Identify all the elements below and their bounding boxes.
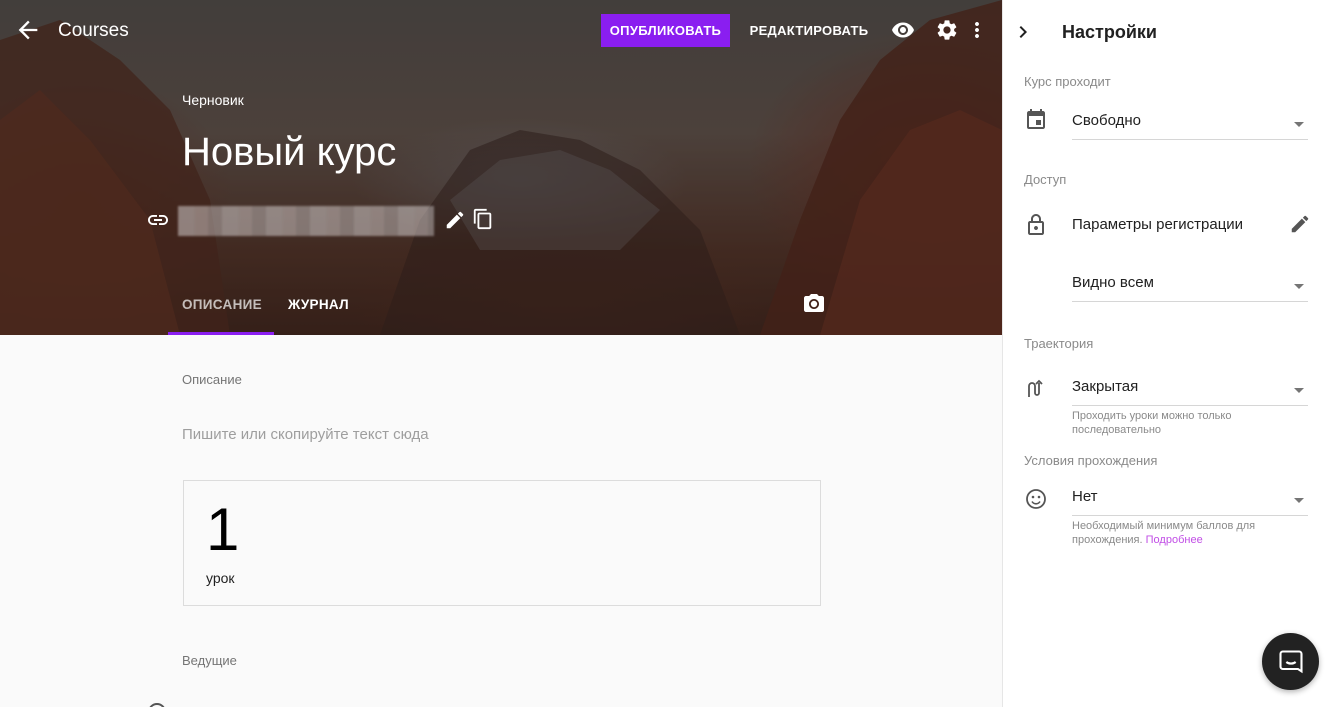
course-link-row <box>144 204 504 236</box>
calendar-icon <box>1024 108 1048 132</box>
host-avatar[interactable] <box>148 703 166 707</box>
course-status: Черновик <box>182 92 244 108</box>
chat-button[interactable] <box>1262 633 1319 690</box>
top-app-bar: Courses ОПУБЛИКОВАТЬ РЕДАКТИРОВАТЬ <box>0 0 1002 62</box>
trajectory-hint: Проходить уроки можно только последовате… <box>1072 410 1232 436</box>
description-input[interactable]: Пишите или скопируйте текст сюда <box>182 426 429 443</box>
more-vert-icon[interactable] <box>965 18 989 42</box>
chevron-right-icon[interactable] <box>1011 20 1035 44</box>
tab-journal[interactable]: ЖУРНАЛ <box>288 297 349 312</box>
edit-registration-icon[interactable] <box>1289 213 1311 235</box>
edit-link-icon[interactable] <box>444 209 466 231</box>
pace-section-label: Курс проходит <box>1024 74 1111 89</box>
camera-icon[interactable] <box>802 292 826 316</box>
visibility-value: Видно всем <box>1072 274 1154 291</box>
course-url-blurred <box>178 206 434 236</box>
copy-icon[interactable] <box>472 208 494 230</box>
hosts-label: Ведущие <box>182 653 237 668</box>
dropdown-caret-icon <box>1294 122 1304 127</box>
completion-section-label: Условия прохождения <box>1024 453 1158 468</box>
active-tab-indicator <box>168 332 274 335</box>
access-section-label: Доступ <box>1024 172 1067 187</box>
tab-description[interactable]: ОПИСАНИЕ <box>182 297 262 312</box>
trajectory-value: Закрытая <box>1072 378 1139 395</box>
gear-icon[interactable] <box>935 18 959 42</box>
chat-icon <box>1278 649 1303 673</box>
app-title[interactable]: Courses <box>58 20 129 42</box>
completion-hint: Необходимый минимум баллов для прохожден… <box>1072 519 1292 547</box>
lessons-card[interactable]: 1 урок <box>183 480 821 606</box>
pace-select[interactable]: Свободно <box>1072 108 1308 140</box>
route-icon <box>1024 377 1048 401</box>
lock-icon <box>1024 213 1048 237</box>
pace-value: Свободно <box>1072 112 1141 129</box>
trajectory-select[interactable]: Закрытая <box>1072 374 1308 406</box>
link-icon <box>146 208 170 232</box>
publish-button[interactable]: ОПУБЛИКОВАТЬ <box>601 14 730 47</box>
completion-select[interactable]: Нет <box>1072 484 1308 516</box>
trajectory-section-label: Траектория <box>1024 336 1094 351</box>
completion-value: Нет <box>1072 488 1098 505</box>
eye-icon[interactable] <box>891 18 915 42</box>
lesson-count: 1 <box>206 496 240 563</box>
dropdown-caret-icon <box>1294 284 1304 289</box>
edit-button[interactable]: РЕДАКТИРОВАТЬ <box>742 14 876 47</box>
smiley-icon <box>1024 487 1048 511</box>
description-label: Описание <box>182 372 242 387</box>
arrow-back-icon[interactable] <box>14 16 42 44</box>
dropdown-caret-icon <box>1294 498 1304 503</box>
registration-params-label[interactable]: Параметры регистрации <box>1072 216 1243 233</box>
settings-title: Настройки <box>1062 22 1157 42</box>
course-title[interactable]: Новый курс <box>182 130 396 175</box>
learn-more-link[interactable]: Подробнее <box>1146 534 1203 546</box>
dropdown-caret-icon <box>1294 388 1304 393</box>
visibility-select[interactable]: Видно всем <box>1072 270 1308 302</box>
lesson-count-label: урок <box>206 570 235 586</box>
settings-panel: Настройки Курс проходит Свободно Доступ … <box>1002 0 1335 707</box>
